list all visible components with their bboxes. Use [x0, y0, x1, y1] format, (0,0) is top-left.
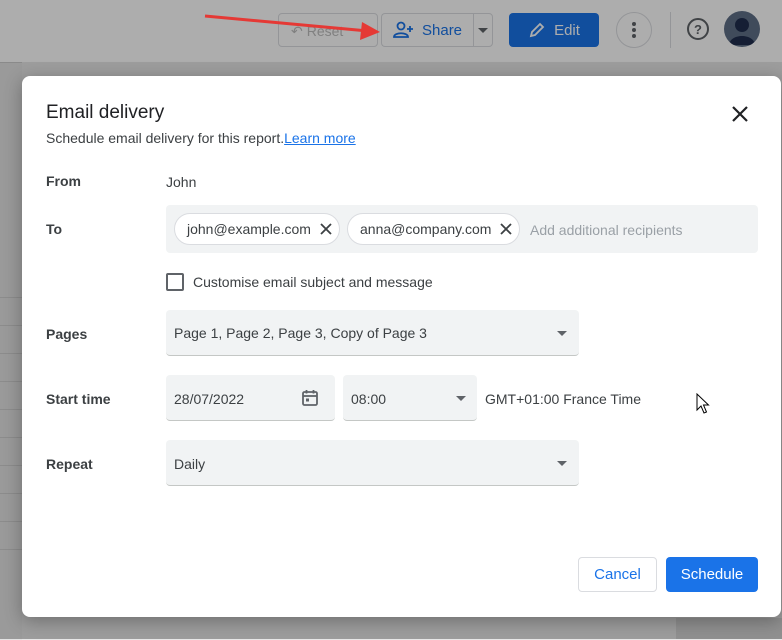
- dialog-title: Email delivery: [46, 102, 165, 123]
- close-icon[interactable]: [728, 102, 752, 126]
- customise-checkbox[interactable]: [166, 273, 184, 291]
- pages-select[interactable]: Page 1, Page 2, Page 3, Copy of Page 3: [166, 310, 579, 356]
- close-icon[interactable]: [319, 222, 333, 236]
- start-date-value: 28/07/2022: [174, 391, 245, 407]
- repeat-select[interactable]: Daily: [166, 440, 579, 486]
- calendar-icon[interactable]: [301, 389, 319, 407]
- start-time-label: Start time: [46, 391, 111, 407]
- start-time-value: 08:00: [351, 391, 387, 407]
- recipient-email: john@example.com: [187, 221, 311, 237]
- start-date-input[interactable]: 28/07/2022: [166, 375, 335, 421]
- cancel-button[interactable]: Cancel: [578, 557, 657, 592]
- pages-label: Pages: [46, 326, 88, 342]
- recipients-field[interactable]: john@example.com anna@company.com Add ad…: [166, 205, 758, 253]
- add-recipients-input[interactable]: Add additional recipients: [530, 222, 683, 238]
- schedule-button[interactable]: Schedule: [666, 557, 758, 592]
- to-label: To: [46, 221, 63, 237]
- dialog-subtitle: Schedule email delivery for this report.…: [46, 130, 356, 146]
- customise-label: Customise email subject and message: [193, 274, 433, 290]
- close-icon[interactable]: [499, 222, 513, 236]
- mouse-cursor-icon: [696, 393, 710, 414]
- caret-down-icon: [557, 331, 567, 336]
- caret-down-icon: [557, 461, 567, 466]
- email-delivery-dialog: Email delivery Schedule email delivery f…: [22, 76, 781, 617]
- pages-value: Page 1, Page 2, Page 3, Copy of Page 3: [174, 325, 427, 341]
- annotation-arrow-icon: [204, 14, 380, 40]
- recipient-email: anna@company.com: [360, 221, 492, 237]
- from-value: John: [166, 174, 197, 190]
- timezone-text: GMT+01:00 France Time: [485, 391, 642, 407]
- recipient-chip: john@example.com: [174, 213, 340, 245]
- caret-down-icon: [456, 396, 466, 401]
- from-label: From: [46, 173, 81, 189]
- start-time-select[interactable]: 08:00: [343, 375, 477, 421]
- repeat-label: Repeat: [46, 456, 93, 472]
- dialog-subtitle-text: Schedule email delivery for this report.: [46, 130, 285, 146]
- learn-more-link[interactable]: Learn more: [284, 130, 356, 146]
- repeat-value: Daily: [174, 456, 206, 472]
- customise-checkbox-row[interactable]: Customise email subject and message: [166, 273, 433, 291]
- recipient-chip: anna@company.com: [347, 213, 521, 245]
